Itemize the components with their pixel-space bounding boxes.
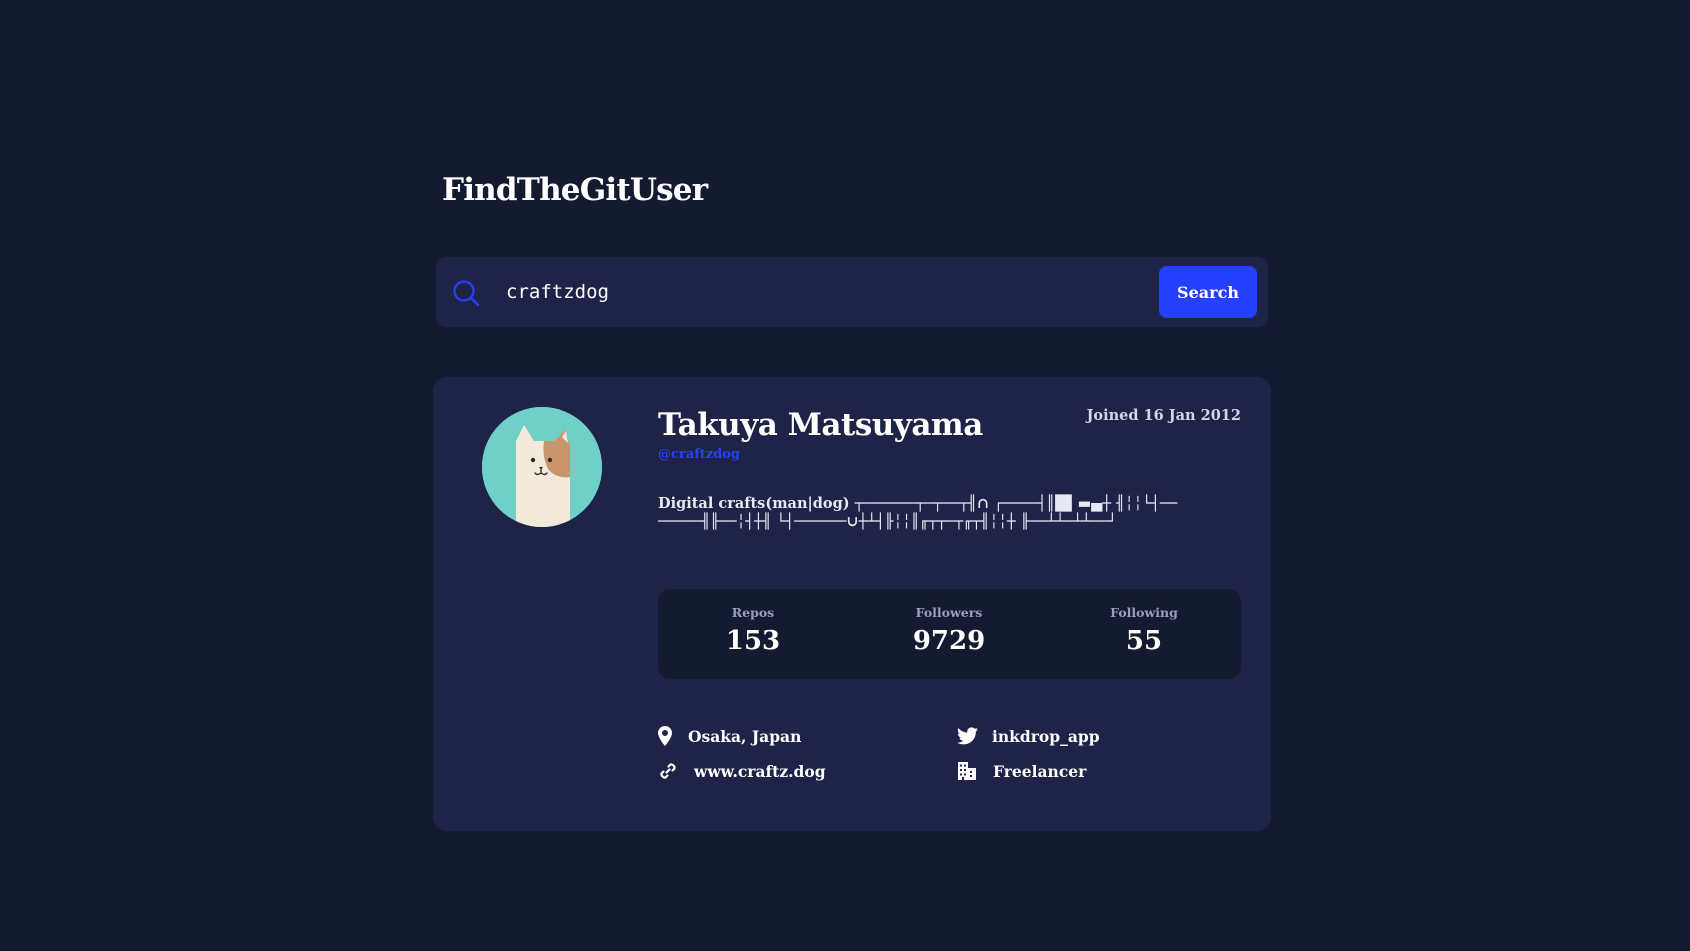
app-title: FindTheGitUser <box>442 172 708 208</box>
blog-link[interactable]: www.craftz.dog <box>694 762 826 781</box>
user-bio: Digital crafts(man|dog) ┬──────┬─┬──┬╢∩ … <box>658 495 1178 530</box>
stat-following: Following 55 <box>1064 604 1224 656</box>
stat-followers-value: 9729 <box>912 626 986 656</box>
stat-followers-label: Followers <box>915 605 983 620</box>
location-text: Osaka, Japan <box>688 726 802 746</box>
profile-card: Takuya Matsuyama @craftzdog Joined 16 Ja… <box>433 377 1271 831</box>
stats-box: Repos 153 Followers 9729 Following 55 <box>658 589 1241 679</box>
user-name: Takuya Matsuyama <box>658 407 983 443</box>
link-icon <box>658 761 678 781</box>
building-icon <box>957 761 977 781</box>
stat-repos: Repos 153 <box>673 604 833 656</box>
search-bar: Search <box>436 257 1268 327</box>
join-date: Joined 16 Jan 2012 <box>1086 407 1241 424</box>
company-item: Freelancer <box>957 759 1086 783</box>
location-item: Osaka, Japan <box>658 724 801 748</box>
user-login-link[interactable]: @craftzdog <box>658 447 740 462</box>
stat-repos-label: Repos <box>731 605 775 620</box>
search-button[interactable]: Search <box>1159 266 1257 318</box>
stat-repos-value: 153 <box>725 626 781 656</box>
blog-item: www.craftz.dog <box>658 759 826 783</box>
avatar <box>482 407 602 527</box>
company-text: Freelancer <box>993 761 1087 781</box>
twitter-icon <box>957 727 978 745</box>
search-icon <box>452 279 480 307</box>
search-input[interactable] <box>506 273 1086 311</box>
twitter-link[interactable]: inkdrop_app <box>992 727 1100 746</box>
stat-following-value: 55 <box>1125 626 1163 656</box>
stat-followers: Followers 9729 <box>869 604 1029 656</box>
stat-following-label: Following <box>1110 605 1178 620</box>
cat-avatar-icon <box>482 407 602 527</box>
location-pin-icon <box>658 726 672 746</box>
twitter-item: inkdrop_app <box>957 724 1100 748</box>
